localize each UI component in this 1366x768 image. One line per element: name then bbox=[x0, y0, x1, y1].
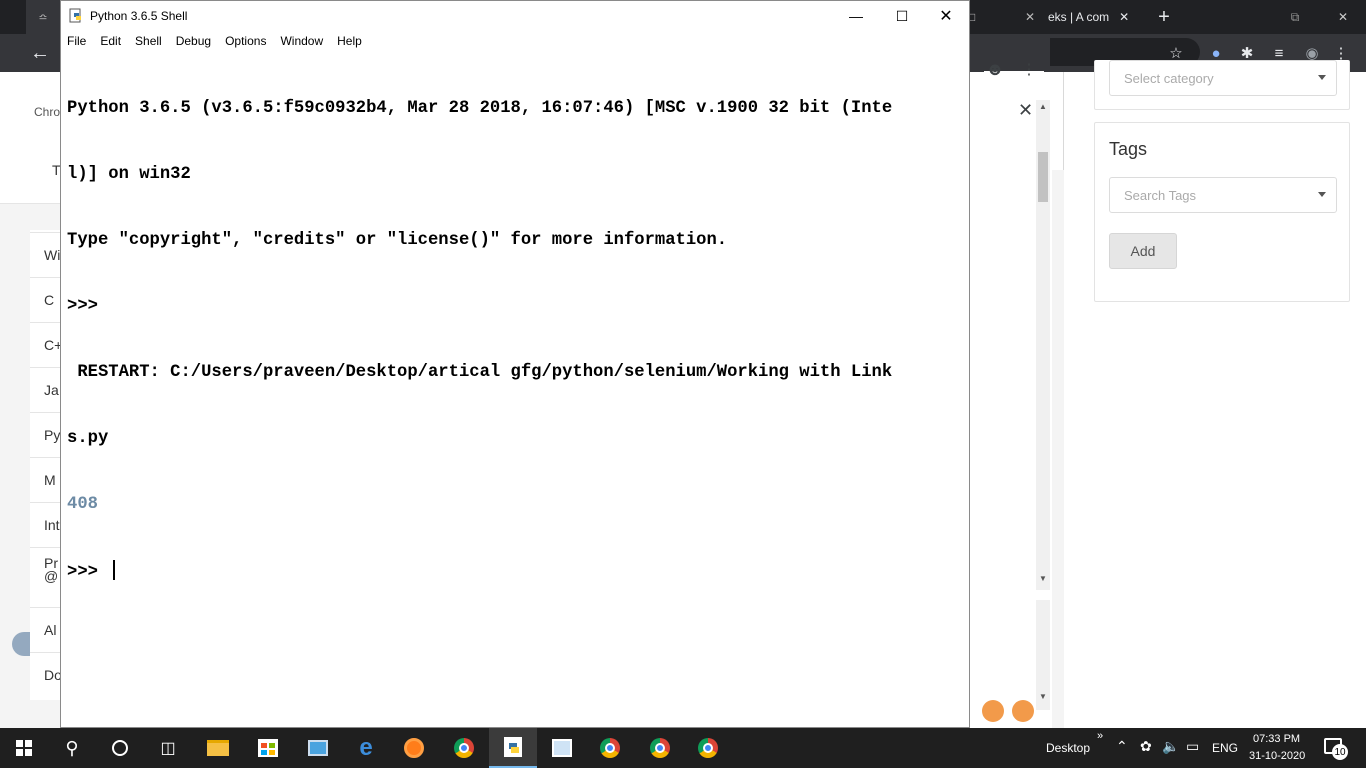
close-icon[interactable]: ✕ bbox=[923, 1, 969, 31]
list-item[interactable]: C bbox=[30, 277, 60, 322]
menu-window[interactable]: Window bbox=[280, 34, 323, 48]
chrome-tab[interactable]: ≏ bbox=[26, 0, 60, 34]
firefox-icon bbox=[1012, 700, 1034, 722]
chevron-down-icon bbox=[1318, 75, 1326, 80]
list-item[interactable]: Pr @ bbox=[30, 547, 60, 592]
task-view-icon[interactable]: ◫ bbox=[144, 728, 192, 768]
list-item[interactable]: Ja bbox=[30, 367, 60, 412]
list-item[interactable]: Py bbox=[30, 412, 60, 457]
title-bar[interactable]: Python 3.6.5 Shell — ☐ ✕ bbox=[61, 1, 969, 31]
more-options-icon[interactable]: ⋮ bbox=[1018, 58, 1040, 80]
control-panel-icon[interactable] bbox=[294, 728, 342, 768]
python-idle-taskbar-icon[interactable] bbox=[489, 728, 537, 768]
list-item[interactable]: M bbox=[30, 457, 60, 502]
add-tag-button[interactable]: Add bbox=[1109, 233, 1177, 269]
close-window-icon[interactable]: ✕ bbox=[1328, 0, 1358, 34]
new-tab-icon[interactable]: + bbox=[1152, 0, 1176, 34]
desktop-toolbar-label[interactable]: Desktop bbox=[1046, 741, 1090, 755]
list-item[interactable]: Int bbox=[30, 502, 60, 547]
shell-line: RESTART: C:/Users/praveen/Desktop/artica… bbox=[67, 363, 893, 382]
page-left-sidebar: Chro T Wi C C+ Ja Py M Int Pr@ Al Do bbox=[0, 72, 61, 728]
list-item[interactable]: Al bbox=[30, 607, 60, 652]
firefox-icon[interactable] bbox=[390, 728, 438, 768]
bookmark-item[interactable]: Chro bbox=[34, 105, 60, 119]
chrome-icon[interactable] bbox=[636, 728, 684, 768]
category-placeholder: Select category bbox=[1124, 70, 1214, 86]
search-icon[interactable]: ⚲ bbox=[48, 728, 96, 768]
scroll-down-icon[interactable]: ▼ bbox=[1039, 574, 1047, 583]
shell-line: l)] on win32 bbox=[67, 165, 191, 184]
back-arrow-icon[interactable]: ← bbox=[29, 42, 51, 64]
account-icon[interactable]: ☻ bbox=[984, 58, 1006, 80]
menu-options[interactable]: Options bbox=[225, 34, 266, 48]
windows-start-icon[interactable] bbox=[0, 728, 48, 768]
chevron-right-icon[interactable]: » bbox=[1097, 730, 1103, 742]
window-title: Python 3.6.5 Shell bbox=[90, 9, 188, 23]
chevron-down-icon bbox=[1318, 192, 1326, 197]
scroll-up-icon[interactable]: ▲ bbox=[1039, 102, 1047, 111]
menu-debug[interactable]: Debug bbox=[176, 34, 211, 48]
firefox-icon bbox=[982, 700, 1004, 722]
menu-bar: File Edit Shell Debug Options Window Hel… bbox=[61, 31, 969, 51]
python-shell-window: Python 3.6.5 Shell — ☐ ✕ File Edit Shell… bbox=[60, 0, 970, 728]
scrollbar[interactable]: ▲ ▼ bbox=[1036, 100, 1050, 590]
windows-taskbar: ⚲ ◫ e Desktop » ⌃ ✿ 🔈 ▭ ENG 07:33 PM 31-… bbox=[0, 728, 1366, 768]
menu-shell[interactable]: Shell bbox=[135, 34, 162, 48]
floating-button[interactable] bbox=[12, 632, 30, 656]
tab-favicon-icon: ≏ bbox=[38, 11, 48, 24]
notification-center-icon[interactable]: 10 bbox=[1322, 736, 1348, 760]
notepad-icon[interactable] bbox=[538, 728, 586, 768]
list-item[interactable]: Wi bbox=[30, 232, 60, 277]
clock-time[interactable]: 07:33 PM bbox=[1253, 733, 1300, 745]
restore-window-icon[interactable]: ⧉ bbox=[1280, 0, 1310, 34]
menu-help[interactable]: Help bbox=[337, 34, 362, 48]
tab-close-icon[interactable]: ✕ bbox=[1012, 0, 1048, 34]
tab-restore-icon[interactable]: □ bbox=[968, 0, 1012, 34]
tags-select[interactable]: Search Tags bbox=[1109, 177, 1337, 213]
minimize-icon[interactable]: — bbox=[833, 1, 879, 31]
scroll-down-icon[interactable]: ▼ bbox=[1039, 692, 1047, 701]
cortana-icon[interactable] bbox=[96, 728, 144, 768]
tags-card: Tags Search Tags Add bbox=[1094, 122, 1350, 302]
volume-icon[interactable]: 🔈 bbox=[1162, 738, 1179, 755]
list-item[interactable]: C+ bbox=[30, 322, 60, 367]
menu-file[interactable]: File bbox=[67, 34, 86, 48]
chevron-up-icon[interactable]: ⌃ bbox=[1116, 738, 1128, 755]
chrome-icon[interactable] bbox=[586, 728, 634, 768]
shell-text-area[interactable]: Python 3.6.5 (v3.6.5:f59c0932b4, Mar 28 … bbox=[67, 54, 955, 628]
list-item[interactable]: Do bbox=[30, 652, 60, 697]
text-cursor bbox=[113, 560, 116, 580]
category-select[interactable]: Select category bbox=[1109, 60, 1337, 96]
shell-prompt: >>> bbox=[67, 297, 109, 316]
wifi-icon[interactable]: ✿ bbox=[1140, 738, 1152, 755]
shell-line: Python 3.6.5 (v3.6.5:f59c0932b4, Mar 28 … bbox=[67, 99, 893, 118]
shell-input-line[interactable]: >>> bbox=[67, 560, 955, 584]
scrollbar-thumb[interactable] bbox=[1038, 152, 1048, 202]
close-icon[interactable]: ✕ bbox=[1018, 100, 1033, 121]
chrome-icon[interactable] bbox=[440, 728, 488, 768]
tags-placeholder: Search Tags bbox=[1124, 187, 1197, 203]
menu-edit[interactable]: Edit bbox=[100, 34, 121, 48]
language-indicator[interactable]: ENG bbox=[1212, 741, 1238, 755]
shell-prompt: >>> bbox=[67, 563, 109, 582]
page-scrollbar[interactable]: ▼ bbox=[1036, 600, 1050, 710]
maximize-icon[interactable]: ☐ bbox=[879, 1, 925, 31]
tab-title: eks | A com bbox=[1048, 10, 1110, 24]
page-gap bbox=[1052, 592, 1064, 728]
notification-badge: 10 bbox=[1332, 744, 1348, 760]
shell-line: Type "copyright", "credits" or "license(… bbox=[67, 231, 728, 250]
category-card: Select category bbox=[1094, 60, 1350, 110]
chrome-tab-geeks[interactable]: eks | A com ✕ bbox=[1048, 0, 1140, 34]
python-idle-icon bbox=[69, 8, 81, 23]
clock-date[interactable]: 31-10-2020 bbox=[1249, 750, 1305, 762]
file-explorer-icon[interactable] bbox=[194, 728, 242, 768]
shell-output: 408 bbox=[67, 495, 98, 514]
chrome-icon[interactable] bbox=[684, 728, 732, 768]
battery-icon[interactable]: ▭ bbox=[1186, 738, 1199, 755]
tags-title: Tags bbox=[1109, 139, 1148, 159]
close-tab-icon[interactable]: ✕ bbox=[1119, 10, 1129, 24]
edge-icon[interactable]: e bbox=[342, 728, 390, 768]
store-icon[interactable] bbox=[244, 728, 292, 768]
shell-line: s.py bbox=[67, 429, 109, 448]
